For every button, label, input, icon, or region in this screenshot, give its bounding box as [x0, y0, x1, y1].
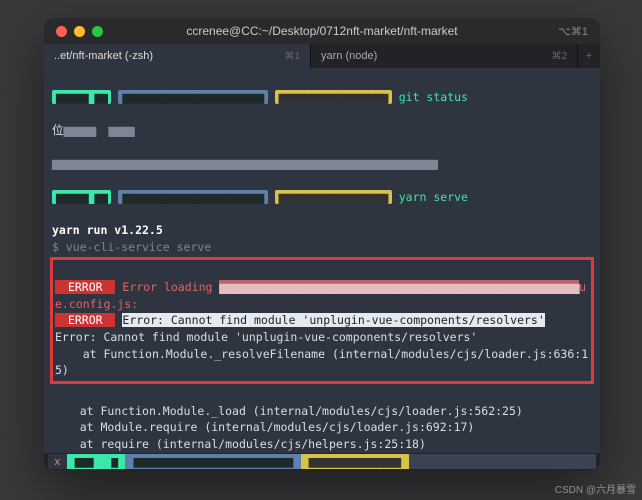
tab-zsh[interactable]: ..et/nft-market (-zsh) ⌘1 [44, 44, 311, 68]
prompt-pill: ▆▆▆▆▆ ▆▆ [52, 90, 111, 104]
error-badge: ERROR [55, 313, 115, 327]
status-seg-yellow: ▆▆▆▆▆▆▆▆▆▆▆▆▆▆▆ [301, 454, 409, 470]
status-x: x [48, 454, 67, 470]
window-shortcut: ⌥⌘1 [558, 25, 588, 38]
prompt-path: ▆▆▆▆▆▆▆▆▆▆▆▆▆▆▆▆▆▆▆▆▆▆ [118, 90, 267, 104]
prompt-pill: ▆▆▆▆▆ ▆▆ [52, 190, 111, 204]
prompt-path: ▆▆▆▆▆▆▆▆▆▆▆▆▆▆▆▆▆▆▆▆▆▆ [118, 190, 267, 204]
output-line: 位 [52, 123, 64, 137]
traffic-lights [56, 26, 103, 37]
minimize-icon[interactable] [74, 26, 85, 37]
status-seg-blue: ▆▆▆▆▆▆▆▆▆▆▆▆▆▆▆▆▆▆▆▆▆▆▆▆▆▆ [125, 454, 300, 470]
stack-line: at require (internal/modules/cjs/helpers… [52, 437, 426, 451]
tab-bar: ..et/nft-market (-zsh) ⌘1 yarn (node) ⌘2… [44, 44, 600, 68]
tab-shortcut: ⌘1 [284, 51, 300, 62]
tab-label: yarn (node) [321, 50, 377, 62]
tab-label: ..et/nft-market (-zsh) [54, 50, 153, 62]
error-message: Error: Cannot find module 'unplugin-vue-… [122, 313, 544, 327]
tab-shortcut: ⌘2 [551, 51, 567, 62]
status-seg-gray [409, 454, 596, 470]
command-text: git status [399, 90, 468, 104]
error-text: Error loading [122, 280, 219, 294]
masked-output: ▆▆▆▆▆▆▆▆▆▆▆▆▆▆▆▆▆▆▆▆▆▆▆▆▆▆▆▆▆▆▆▆▆▆▆▆▆▆▆▆… [52, 155, 592, 172]
masked-output: ▆▆▆▆▆ ▆▆▆▆ [64, 123, 135, 137]
service-line: $ vue-cli-service serve [52, 240, 211, 254]
new-tab-button[interactable]: + [578, 44, 600, 68]
prompt-branch: ▆▆▆▆▆▆▆▆▆▆▆▆▆▆▆▆▆ [275, 190, 392, 204]
stack-line: at Function.Module._resolveFilename (int… [55, 347, 588, 378]
masked-path: ▆▆▆▆▆▆▆▆▆▆▆▆▆▆▆▆▆▆▆▆▆▆▆▆▆▆▆▆▆▆▆▆▆▆▆▆▆▆▆▆… [219, 280, 579, 294]
tmux-status-bar: x ▆▆▆ ▆ ▆▆▆▆▆▆▆▆▆▆▆▆▆▆▆▆▆▆▆▆▆▆▆▆▆▆ ▆▆▆▆▆… [44, 453, 600, 470]
stack-line: at Function.Module._load (internal/modul… [52, 404, 523, 418]
yarn-run-line: yarn run v1.22.5 [52, 223, 163, 237]
error-highlight-box: ERROR Error loading ▆▆▆▆▆▆▆▆▆▆▆▆▆▆▆▆▆▆▆▆… [50, 257, 594, 384]
stack-line: Error: Cannot find module 'unplugin-vue-… [55, 330, 477, 344]
stack-line: at Module.require (internal/modules/cjs/… [52, 420, 474, 434]
watermark: CSDN @六月暴雪 [555, 481, 636, 496]
command-text: yarn serve [399, 190, 468, 204]
status-seg-green: ▆▆▆ ▆ [67, 454, 126, 470]
window-title: ccrenee@CC:~/Desktop/0712nft-market/nft-… [44, 24, 600, 38]
error-badge: ERROR [55, 280, 115, 294]
terminal-window: ccrenee@CC:~/Desktop/0712nft-market/nft-… [44, 18, 600, 470]
titlebar: ccrenee@CC:~/Desktop/0712nft-market/nft-… [44, 18, 600, 44]
close-icon[interactable] [56, 26, 67, 37]
terminal-output[interactable]: ▆▆▆▆▆ ▆▆ ▆▆▆▆▆▆▆▆▆▆▆▆▆▆▆▆▆▆▆▆▆▆ ▆▆▆▆▆▆▆▆… [44, 68, 600, 470]
prompt-branch: ▆▆▆▆▆▆▆▆▆▆▆▆▆▆▆▆▆ [275, 90, 392, 104]
tab-yarn[interactable]: yarn (node) ⌘2 [311, 44, 578, 68]
maximize-icon[interactable] [92, 26, 103, 37]
